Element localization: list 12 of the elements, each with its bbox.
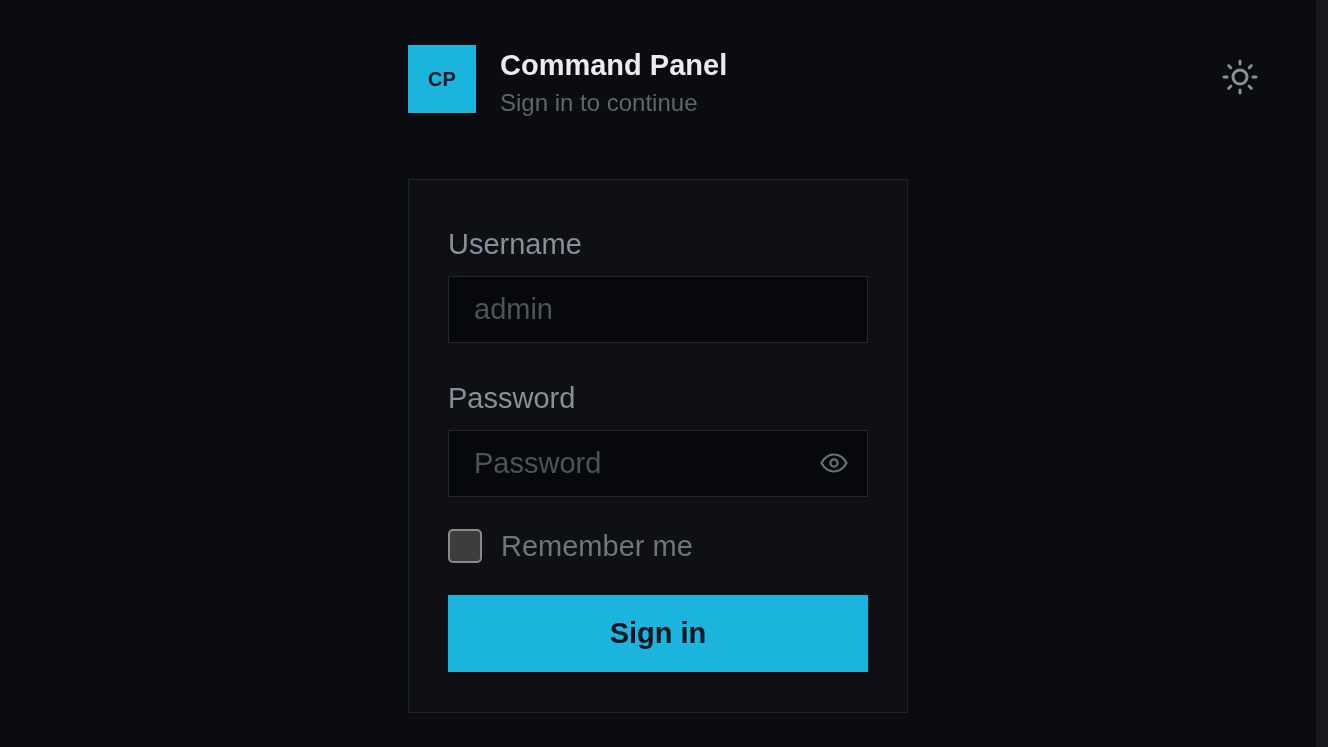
- password-field[interactable]: Password: [448, 430, 868, 497]
- sign-in-button[interactable]: Sign in: [448, 595, 868, 672]
- field-label: Username: [448, 227, 583, 261]
- app-title: Command Panel: [500, 48, 728, 83]
- eye-icon[interactable]: [820, 453, 848, 473]
- username-field[interactable]: admin: [448, 276, 868, 343]
- remember-label: Remember me: [501, 529, 693, 563]
- remember-checkbox[interactable]: [448, 529, 482, 563]
- sun-icon[interactable]: [1222, 59, 1258, 95]
- app-subtitle: Sign in to continue: [500, 88, 699, 117]
- field-label: Password: [448, 381, 577, 415]
- logo: CP: [408, 45, 476, 113]
